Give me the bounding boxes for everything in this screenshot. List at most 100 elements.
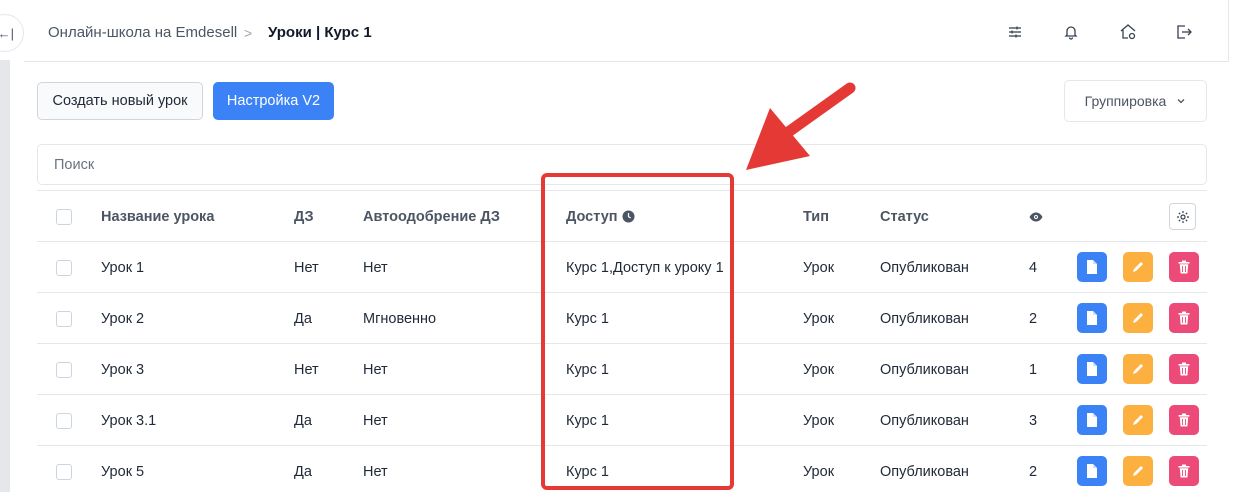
lesson-hw: Да (294, 463, 312, 480)
lesson-name[interactable]: Урок 1 (101, 242, 144, 293)
lesson-access: Курс 1,Доступ к уроку 1 (566, 259, 724, 276)
lesson-auto-approve: Нет (363, 463, 388, 480)
row-checkbox[interactable] (56, 412, 72, 429)
lesson-type: Урок (803, 463, 835, 480)
trash-icon (1178, 311, 1190, 325)
delete-lesson-button[interactable] (1169, 354, 1199, 384)
table-header-row: Название урока ДЗ Автоодобрение ДЗ Досту… (37, 190, 1207, 241)
trash-icon (1178, 362, 1190, 376)
lessons-table: Название урока ДЗ Автоодобрение ДЗ Досту… (37, 190, 1207, 492)
create-lesson-button[interactable]: Создать новый урок (37, 82, 203, 120)
lesson-access: Курс 1 (566, 463, 609, 480)
search-input[interactable] (37, 144, 1207, 185)
lesson-hw: Да (294, 412, 312, 429)
lesson-hw: Нет (294, 259, 319, 276)
breadcrumb-current: Уроки | Курс 1 (268, 24, 372, 41)
settings-v2-button[interactable]: Настройка V2 (213, 82, 334, 120)
row-checkbox[interactable] (56, 463, 72, 480)
column-type[interactable]: Тип (803, 191, 829, 242)
lesson-views: 2 (1029, 310, 1038, 327)
breadcrumb-separator: > (244, 25, 253, 41)
trash-icon (1178, 413, 1190, 427)
lesson-views: 2 (1029, 463, 1038, 480)
eye-icon (1029, 191, 1043, 242)
document-icon (1086, 362, 1098, 376)
pencil-icon (1131, 464, 1145, 478)
lesson-auto-approve: Нет (363, 259, 388, 276)
view-lesson-button[interactable] (1077, 252, 1107, 282)
trash-icon (1178, 464, 1190, 478)
column-hw[interactable]: ДЗ (294, 191, 314, 242)
grouping-label: Группировка (1084, 93, 1167, 109)
document-icon (1086, 464, 1098, 478)
lesson-views: 4 (1029, 259, 1038, 276)
lesson-auto-approve: Мгновенно (363, 310, 437, 327)
table-row: Урок 2 Да Мгновенно Курс 1 Урок Опублико… (37, 292, 1207, 343)
breadcrumb-root[interactable]: Онлайн-школа на Emdesell (48, 24, 237, 41)
view-lesson-button[interactable] (1077, 303, 1107, 333)
column-access[interactable]: Доступ (566, 191, 635, 242)
delete-lesson-button[interactable] (1169, 252, 1199, 282)
view-lesson-button[interactable] (1077, 354, 1107, 384)
lesson-name[interactable]: Урок 3.1 (101, 395, 156, 446)
logout-icon[interactable] (1174, 22, 1194, 42)
lesson-views: 3 (1029, 412, 1038, 429)
lesson-type: Урок (803, 310, 835, 327)
lesson-type: Урок (803, 412, 835, 429)
column-auto-approve[interactable]: Автоодобрение ДЗ (363, 191, 500, 242)
view-lesson-button[interactable] (1077, 405, 1107, 435)
home-settings-icon[interactable] (1118, 22, 1138, 42)
edit-lesson-button[interactable] (1123, 354, 1153, 384)
delete-lesson-button[interactable] (1169, 456, 1199, 486)
lesson-hw: Да (294, 310, 312, 327)
pencil-icon (1131, 311, 1145, 325)
table-row: Урок 5 Да Нет Курс 1 Урок Опубликован 2 (37, 445, 1207, 492)
lesson-access: Курс 1 (566, 310, 609, 327)
sidebar-edge (0, 60, 10, 492)
lesson-name[interactable]: Урок 3 (101, 344, 144, 395)
top-bar: Онлайн-школа на Emdesell > Уроки | Курс … (24, 0, 1229, 62)
delete-lesson-button[interactable] (1169, 303, 1199, 333)
clock-icon (622, 210, 635, 223)
table-row: Урок 3.1 Да Нет Курс 1 Урок Опубликован … (37, 394, 1207, 445)
lesson-status: Опубликован (880, 412, 969, 429)
edit-lesson-button[interactable] (1123, 405, 1153, 435)
edit-lesson-button[interactable] (1123, 303, 1153, 333)
chevron-down-icon (1176, 93, 1186, 109)
lesson-status: Опубликован (880, 361, 969, 378)
gear-icon (1176, 210, 1190, 224)
view-lesson-button[interactable] (1077, 456, 1107, 486)
lesson-name[interactable]: Урок 5 (101, 446, 144, 492)
row-checkbox[interactable] (56, 310, 72, 327)
edit-lesson-button[interactable] (1123, 252, 1153, 282)
table-row: Урок 1 Нет Нет Курс 1,Доступ к уроку 1 У… (37, 241, 1207, 292)
edit-lesson-button[interactable] (1123, 456, 1153, 486)
lesson-name[interactable]: Урок 2 (101, 293, 144, 344)
lesson-auto-approve: Нет (363, 361, 388, 378)
pencil-icon (1131, 362, 1145, 376)
select-all-checkbox[interactable] (56, 208, 72, 225)
lesson-auto-approve: Нет (363, 412, 388, 429)
sliders-icon[interactable] (1005, 22, 1025, 42)
lesson-status: Опубликован (880, 310, 969, 327)
lesson-hw: Нет (294, 361, 319, 378)
document-icon (1086, 260, 1098, 274)
table-settings-button[interactable] (1169, 203, 1196, 230)
sidebar-collapse-button[interactable]: ←| (0, 14, 24, 52)
row-checkbox[interactable] (56, 259, 72, 276)
lesson-access: Курс 1 (566, 412, 609, 429)
delete-lesson-button[interactable] (1169, 405, 1199, 435)
lesson-type: Урок (803, 361, 835, 378)
collapse-icon: ←| (0, 25, 14, 41)
grouping-dropdown[interactable]: Группировка (1064, 80, 1207, 122)
table-row: Урок 3 Нет Нет Курс 1 Урок Опубликован 1 (37, 343, 1207, 394)
bell-icon[interactable] (1061, 22, 1081, 42)
column-status[interactable]: Статус (880, 191, 929, 242)
document-icon (1086, 311, 1098, 325)
pencil-icon (1131, 413, 1145, 427)
column-name[interactable]: Название урока (101, 191, 214, 242)
lesson-type: Урок (803, 259, 835, 276)
row-checkbox[interactable] (56, 361, 72, 378)
document-icon (1086, 413, 1098, 427)
lesson-access: Курс 1 (566, 361, 609, 378)
